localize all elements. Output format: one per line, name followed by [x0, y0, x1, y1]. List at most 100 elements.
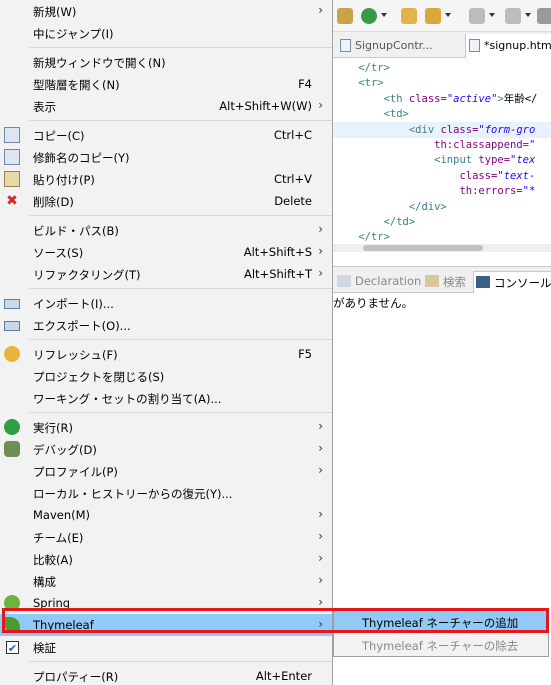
remove-thymeleaf-nature-item[interactable]: Thymeleaf ネーチャーの除去: [334, 634, 548, 656]
chevron-right-icon: ›: [318, 441, 323, 455]
code-line[interactable]: th:classappend=": [333, 137, 551, 153]
code-line[interactable]: class="text-: [333, 168, 551, 184]
back-icon[interactable]: [537, 8, 551, 24]
menu-item[interactable]: リファクタリング(T) Alt+Shift+T ›: [0, 263, 332, 285]
editor-tabs: SignupContr... *signup.htm: [333, 32, 551, 58]
menu-item-label: Thymeleaf: [33, 618, 94, 632]
menu-item[interactable]: 新規ウィンドウで開く(N): [0, 51, 332, 73]
tab-search[interactable]: 検索: [423, 271, 466, 293]
delete-icon: ✖: [6, 193, 18, 209]
menu-separator: [29, 288, 332, 289]
chevron-right-icon: ›: [318, 551, 323, 565]
menu-separator: [29, 47, 332, 48]
code-line[interactable]: <div class="form-gro: [333, 121, 551, 138]
menu-item[interactable]: 修飾名のコピー(Y): [0, 146, 332, 168]
menu-item[interactable]: ローカル・ヒストリーからの復元(Y)...: [0, 482, 332, 504]
menu-item[interactable]: コピー(C) Ctrl+C: [0, 124, 332, 146]
chevron-right-icon: ›: [318, 222, 323, 236]
menu-item[interactable]: エクスポート(O)...: [0, 314, 332, 336]
context-menu: 新規(W) › 中にジャンプ(I) 新規ウィンドウで開く(N) 型階層を開く(N) F4 表…: [0, 0, 333, 685]
menu-item[interactable]: Maven(M) ›: [0, 504, 332, 526]
menu-item[interactable]: 中にジャンプ(I): [0, 22, 332, 44]
menu-item-label: プロジェクトを閉じる(S): [33, 370, 165, 384]
menu-item-shortcut: F5: [298, 347, 312, 361]
code-line[interactable]: </td>: [333, 214, 551, 230]
refresh-icon: [4, 346, 20, 362]
code-line[interactable]: <input type="tex: [333, 152, 551, 168]
chevron-right-icon: ›: [318, 98, 323, 112]
menu-item[interactable]: 構成 ›: [0, 570, 332, 592]
copy-icon: [4, 127, 20, 143]
code-line[interactable]: <th class="active">年齢</: [333, 91, 551, 107]
code-line[interactable]: <tr>: [333, 75, 551, 91]
menu-item-label: Maven(M): [33, 508, 91, 522]
menu-item-label: Thymeleaf ネーチャーの追加: [362, 616, 519, 630]
menu-separator: [29, 339, 332, 340]
menu-item[interactable]: 新規(W) ›: [0, 0, 332, 22]
chevron-right-icon: ›: [318, 507, 323, 521]
menu-item[interactable]: ✖ 削除(D) Delete: [0, 190, 332, 212]
tab-signup-controller[interactable]: SignupContr...: [337, 34, 447, 58]
html-file-icon: [469, 39, 480, 52]
run-config-icon[interactable]: [361, 8, 377, 24]
chevron-down-icon[interactable]: [445, 13, 451, 17]
menu-item-label: 型階層を開く(N): [33, 78, 120, 92]
menu-item[interactable]: プロパティー(R) Alt+Enter: [0, 665, 332, 685]
menu-item[interactable]: 実行(R) ›: [0, 416, 332, 438]
menu-item[interactable]: ✔ 検証: [0, 636, 332, 658]
menu-item[interactable]: インポート(I)...: [0, 292, 332, 314]
menu-item[interactable]: Spring ›: [0, 592, 332, 614]
grid-icon[interactable]: [337, 8, 353, 24]
chevron-right-icon: ›: [318, 266, 323, 280]
chevron-down-icon[interactable]: [381, 13, 387, 17]
code-line[interactable]: <td>: [333, 106, 551, 122]
prev-annotation-icon[interactable]: [505, 8, 521, 24]
menu-separator: [29, 215, 332, 216]
code-line[interactable]: th:errors="*: [333, 183, 551, 199]
chevron-down-icon[interactable]: [489, 13, 495, 17]
menu-item-shortcut: Delete: [274, 194, 312, 208]
add-thymeleaf-nature-item[interactable]: Thymeleaf ネーチャーの追加: [334, 611, 548, 633]
copy-qualified-icon: [4, 149, 20, 165]
tab-signup-html[interactable]: *signup.htm: [465, 34, 551, 58]
chevron-down-icon[interactable]: [525, 13, 531, 17]
menu-item[interactable]: リフレッシュ(F) F5: [0, 343, 332, 365]
search-icon: [425, 275, 439, 287]
menu-item[interactable]: 型階層を開く(N) F4: [0, 73, 332, 95]
thymeleaf-icon: [4, 617, 20, 633]
validate-checkbox-icon: ✔: [6, 641, 19, 655]
menu-item[interactable]: プロジェクトを閉じる(S): [0, 365, 332, 387]
code-line[interactable]: </tr>: [333, 60, 551, 76]
menu-item-label: 新規ウィンドウで開く(N): [33, 56, 166, 70]
scrollbar-thumb[interactable]: [363, 245, 483, 251]
menu-item[interactable]: 貼り付け(P) Ctrl+V: [0, 168, 332, 190]
declaration-icon: [337, 275, 351, 287]
menu-item[interactable]: 表示 Alt+Shift+W(W) ›: [0, 95, 332, 117]
code-editor[interactable]: </tr> <tr> <th class="active">年齢</ <td> …: [333, 59, 551, 244]
thymeleaf-submenu: Thymeleaf ネーチャーの追加 Thymeleaf ネーチャーの除去: [333, 609, 549, 657]
tab-console[interactable]: コンソール: [473, 271, 551, 293]
tab-label: *signup.htm: [484, 39, 551, 52]
menu-item[interactable]: ビルド・パス(B) ›: [0, 219, 332, 241]
code-line[interactable]: </div>: [333, 199, 551, 215]
horizontal-scrollbar[interactable]: [333, 244, 551, 252]
menu-item-label: 中にジャンプ(I): [33, 27, 114, 41]
menu-item-label: 貼り付け(P): [33, 173, 95, 187]
menu-item[interactable]: 比較(A) ›: [0, 548, 332, 570]
menu-item[interactable]: ソース(S) Alt+Shift+S ›: [0, 241, 332, 263]
menu-item[interactable]: ワーキング・セットの割り当て(A)...: [0, 387, 332, 409]
menu-item[interactable]: デバッグ(D) ›: [0, 438, 332, 460]
main-toolbar: [333, 0, 551, 32]
code-line[interactable]: </tr>: [333, 229, 551, 244]
tab-declaration[interactable]: Declaration: [335, 271, 421, 293]
menu-item-shortcut: F4: [298, 77, 312, 91]
debug-icon: [4, 441, 20, 457]
chevron-right-icon: ›: [318, 3, 323, 17]
menu-item[interactable]: プロファイル(P) ›: [0, 460, 332, 482]
next-annotation-icon[interactable]: [469, 8, 485, 24]
pencil-icon[interactable]: [425, 8, 441, 24]
open-folder-icon[interactable]: [401, 8, 417, 24]
menu-item[interactable]: Thymeleaf ›: [0, 614, 332, 636]
menu-item[interactable]: チーム(E) ›: [0, 526, 332, 548]
menu-item-label: リファクタリング(T): [33, 268, 141, 282]
